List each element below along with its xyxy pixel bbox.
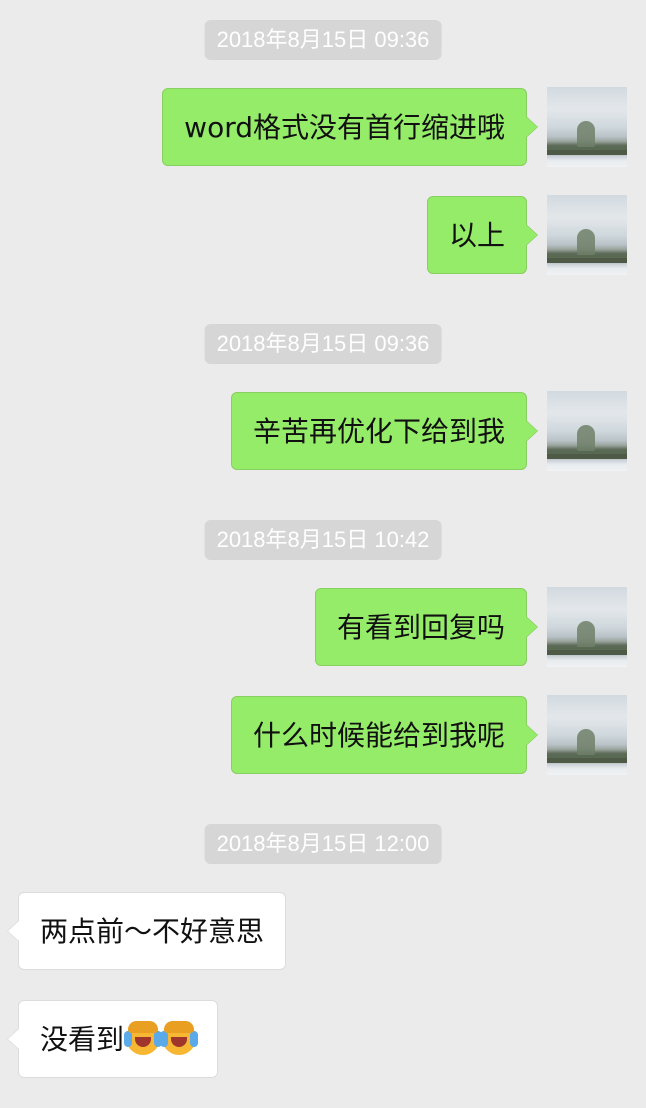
sent-message[interactable]: 辛苦再优化下给到我 (230, 392, 539, 470)
timestamp: 2018年8月15日 09:36 (204, 324, 442, 364)
sent-message[interactable]: 以上 (426, 196, 539, 274)
sent-message[interactable]: 什么时候能给到我呢 (230, 696, 539, 774)
received-message[interactable]: 两点前～不好意思 (6, 892, 287, 970)
face-palm-crying-emoji-icon (124, 1021, 163, 1055)
timestamp: 2018年8月15日 10:42 (204, 520, 442, 560)
sent-message[interactable]: 有看到回复吗 (314, 588, 539, 666)
timestamp: 2018年8月15日 12:00 (204, 824, 442, 864)
avatar[interactable] (547, 195, 627, 275)
avatar[interactable] (547, 587, 627, 667)
sent-message[interactable]: word格式没有首行缩进哦 (162, 88, 538, 166)
avatar[interactable] (547, 87, 627, 167)
avatar[interactable] (547, 695, 627, 775)
avatar[interactable] (547, 391, 627, 471)
received-message[interactable]: 没看到 (6, 1000, 219, 1078)
timestamp: 2018年8月15日 09:36 (204, 20, 442, 60)
received-message-text: 没看到 (40, 1023, 125, 1056)
face-palm-crying-emoji-icon (160, 1021, 199, 1055)
